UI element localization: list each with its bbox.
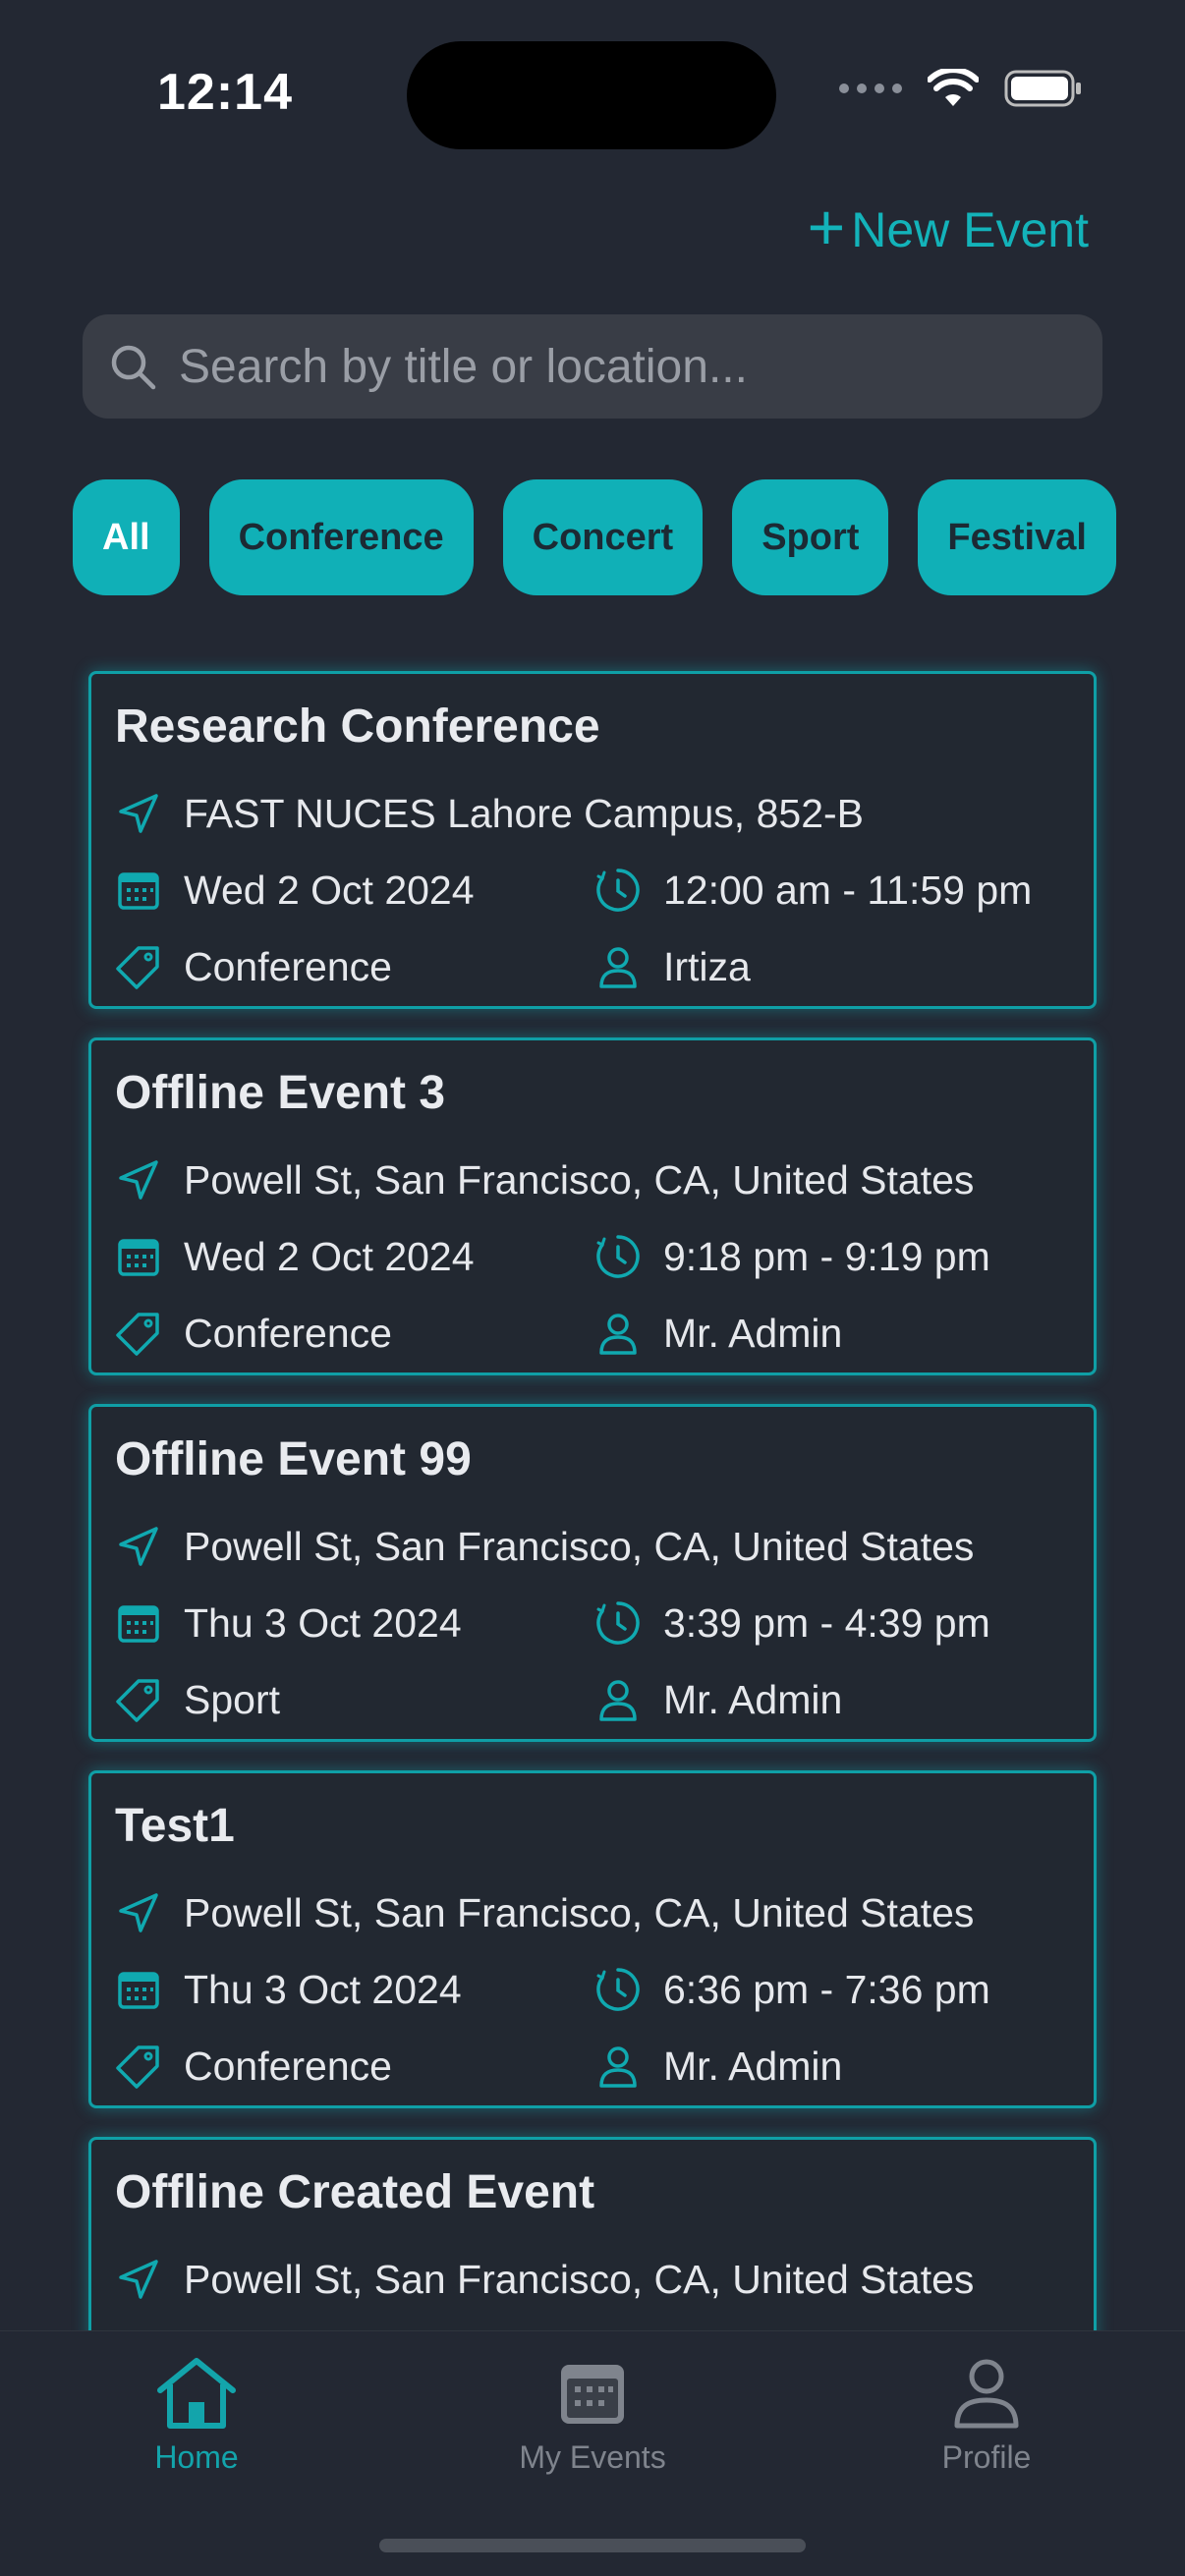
tab-home-label: Home — [154, 2439, 239, 2475]
event-title: Offline Event 3 — [115, 1067, 446, 1119]
calendar-icon — [118, 1972, 159, 2009]
event-time: 9:18 pm - 9:19 pm — [663, 1233, 990, 1279]
signal-icon — [839, 84, 902, 93]
tab-my-events[interactable]: My Events — [475, 2355, 710, 2476]
event-category: Conference — [184, 1310, 392, 1356]
status-indicators — [839, 69, 1083, 108]
location-arrow-icon — [119, 794, 158, 833]
clock-icon — [596, 1968, 640, 2011]
search-input[interactable] — [179, 339, 1063, 394]
filter-bar: All Conference Concert Sport Festival — [73, 479, 1126, 597]
event-date: Thu 3 Oct 2024 — [184, 1599, 462, 1646]
event-location: FAST NUCES Lahore Campus, 852-B — [184, 790, 864, 836]
filter-chip-label: Concert — [532, 516, 674, 558]
filter-chip-label: All — [102, 516, 150, 558]
event-location: Powell St, San Francisco, CA, United Sta… — [184, 1889, 975, 1935]
event-location: Powell St, San Francisco, CA, United Sta… — [184, 2256, 975, 2302]
event-organizer: Mr. Admin — [663, 2043, 843, 2089]
location-arrow-icon — [119, 1527, 158, 1566]
filter-chip-sport[interactable]: Sport — [732, 479, 889, 595]
calendar-icon — [118, 872, 159, 910]
event-category: Sport — [184, 1676, 280, 1722]
search-bar[interactable] — [83, 314, 1102, 419]
calendar-icon — [118, 1605, 159, 1643]
location-arrow-icon — [119, 1160, 158, 1200]
event-title: Offline Event 99 — [115, 1433, 472, 1485]
clock-icon — [596, 868, 640, 912]
tag-icon — [116, 1313, 159, 1356]
event-title: Test1 — [115, 1800, 235, 1852]
location-arrow-icon — [119, 1893, 158, 1932]
dynamic-island — [407, 41, 776, 149]
event-card[interactable]: Offline Event 99 Powell St, San Francisc… — [88, 1404, 1097, 1742]
filter-chip-label: Festival — [947, 516, 1087, 558]
filter-chip-label: Conference — [238, 516, 444, 558]
wifi-icon — [928, 69, 979, 106]
event-date: Wed 2 Oct 2024 — [184, 1233, 475, 1279]
event-date: Thu 3 Oct 2024 — [184, 1966, 462, 2012]
event-category: Conference — [184, 2043, 392, 2089]
tag-icon — [116, 2045, 159, 2089]
clock-icon — [596, 1601, 640, 1645]
tab-home[interactable]: Home — [79, 2355, 314, 2476]
event-time: 12:00 am - 11:59 pm — [663, 867, 1033, 913]
event-location: Powell St, San Francisco, CA, United Sta… — [184, 1523, 975, 1569]
person-icon — [599, 2046, 637, 2088]
event-organizer: Mr. Admin — [663, 1310, 843, 1356]
event-organizer: Mr. Admin — [663, 1676, 843, 1722]
clock-icon — [596, 1235, 640, 1278]
tag-icon — [116, 1679, 159, 1722]
filter-chip-festival[interactable]: Festival — [918, 479, 1116, 595]
event-time: 3:39 pm - 4:39 pm — [663, 1599, 990, 1646]
home-indicator — [379, 2539, 806, 2552]
person-icon — [599, 1314, 637, 1355]
event-card[interactable]: Offline Event 3 Powell St, San Francisco… — [88, 1037, 1097, 1375]
battery-icon — [1004, 70, 1081, 107]
tab-profile-label: Profile — [941, 2439, 1032, 2475]
filter-chip-label: Sport — [762, 516, 860, 558]
location-arrow-icon — [119, 2260, 158, 2299]
person-icon — [599, 947, 637, 988]
event-title: Offline Created Event — [115, 2166, 595, 2218]
event-card[interactable]: Research Conference FAST NUCES Lahore Ca… — [88, 671, 1097, 1009]
new-event-button[interactable]: + New Event — [808, 195, 1089, 259]
tab-profile[interactable]: Profile — [869, 2355, 1104, 2476]
filter-chip-conference[interactable]: Conference — [208, 479, 474, 595]
filter-chip-concert[interactable]: Concert — [502, 479, 704, 595]
tag-icon — [116, 946, 159, 989]
event-list[interactable]: Research Conference FAST NUCES Lahore Ca… — [0, 656, 1185, 2330]
event-card[interactable]: Test1 Powell St, San Francisco, CA, Unit… — [88, 1770, 1097, 2108]
event-location: Powell St, San Francisco, CA, United Sta… — [184, 1156, 975, 1203]
event-card[interactable]: Offline Created Event Powell St, San Fra… — [88, 2137, 1097, 2330]
filter-chip-all[interactable]: All — [73, 479, 180, 595]
event-category: Conference — [184, 943, 392, 989]
new-event-label: New Event — [851, 202, 1089, 257]
calendar-icon — [561, 2365, 624, 2424]
status-time: 12:14 — [157, 64, 293, 121]
home-icon — [157, 2358, 236, 2429]
event-time: 6:36 pm - 7:36 pm — [663, 1966, 990, 2012]
person-icon — [599, 1680, 637, 1721]
event-date: Wed 2 Oct 2024 — [184, 867, 475, 913]
search-icon — [111, 345, 156, 390]
event-organizer: Irtiza — [663, 943, 751, 989]
tab-my-events-label: My Events — [519, 2439, 666, 2475]
event-title: Research Conference — [115, 700, 600, 753]
plus-icon: + — [807, 191, 846, 263]
calendar-icon — [118, 1239, 159, 1276]
person-icon — [954, 2359, 1019, 2429]
